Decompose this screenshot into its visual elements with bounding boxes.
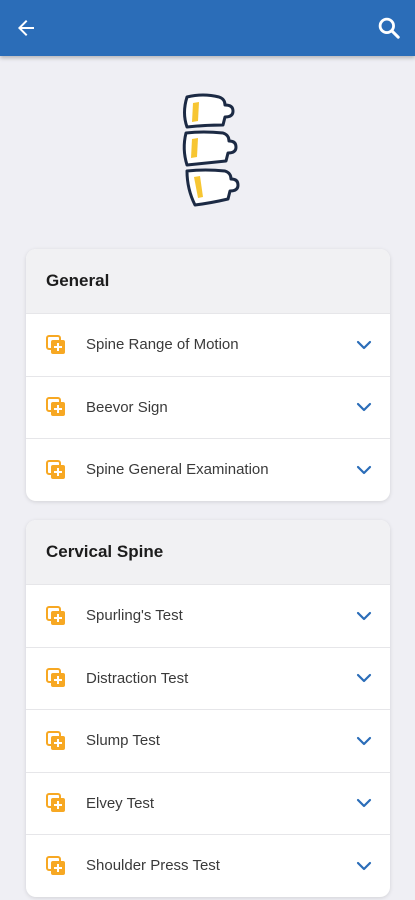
add-document-icon [46, 459, 66, 480]
chevron-down-icon[interactable] [354, 668, 374, 688]
arrow-left-icon [18, 20, 34, 36]
add-document-icon [46, 855, 66, 876]
search-icon [378, 17, 400, 39]
add-document-icon [46, 334, 66, 355]
chevron-down-icon[interactable] [354, 335, 374, 355]
add-document-icon [46, 730, 66, 751]
chevron-down-icon[interactable] [354, 793, 374, 813]
add-document-icon [46, 668, 66, 688]
chevron-down-icon[interactable] [354, 731, 374, 751]
list-item-label: Spine General Examination [86, 461, 269, 479]
list-item[interactable]: Spurling's Test [26, 584, 390, 647]
add-document-icon [46, 605, 66, 626]
chevron-down-icon[interactable] [354, 856, 374, 876]
list-item-label: Spine Range of Motion [86, 336, 239, 354]
list-item-label: Distraction Test [86, 669, 189, 687]
list-item[interactable]: Beevor Sign [26, 375, 390, 439]
spine-vertebrae-icon [182, 93, 239, 207]
section-title: Cervical Spine [26, 520, 390, 584]
search-button[interactable] [371, 10, 407, 46]
list-item-label: Beevor Sign [86, 398, 168, 416]
hero-illustration [0, 56, 415, 246]
list-item[interactable]: Spine General Examination [26, 438, 390, 501]
chevron-down-icon[interactable] [354, 397, 374, 417]
add-document-icon [46, 793, 66, 813]
app-bar [0, 0, 415, 56]
list-item-label: Shoulder Press Test [86, 857, 220, 875]
list-item[interactable]: Shoulder Press Test [26, 834, 390, 897]
back-button[interactable] [8, 10, 44, 46]
list-item[interactable]: Slump Test [26, 709, 390, 772]
list-item-label: Slump Test [86, 732, 160, 750]
list-item[interactable]: Spine Range of Motion [26, 313, 390, 376]
list-item-label: Spurling's Test [86, 607, 183, 625]
chevron-down-icon[interactable] [354, 606, 374, 626]
section-general: General Spine Range of Motion Beevor Sig… [26, 249, 390, 501]
section-cervical-spine: Cervical Spine Spurling's Test Distracti… [26, 520, 390, 897]
list-item[interactable]: Distraction Test [26, 646, 390, 710]
section-title: General [26, 249, 390, 313]
chevron-down-icon[interactable] [354, 460, 374, 480]
list-item-label: Elvey Test [86, 794, 155, 812]
add-document-icon [46, 397, 66, 417]
list-item[interactable]: Elvey Test [26, 771, 390, 835]
